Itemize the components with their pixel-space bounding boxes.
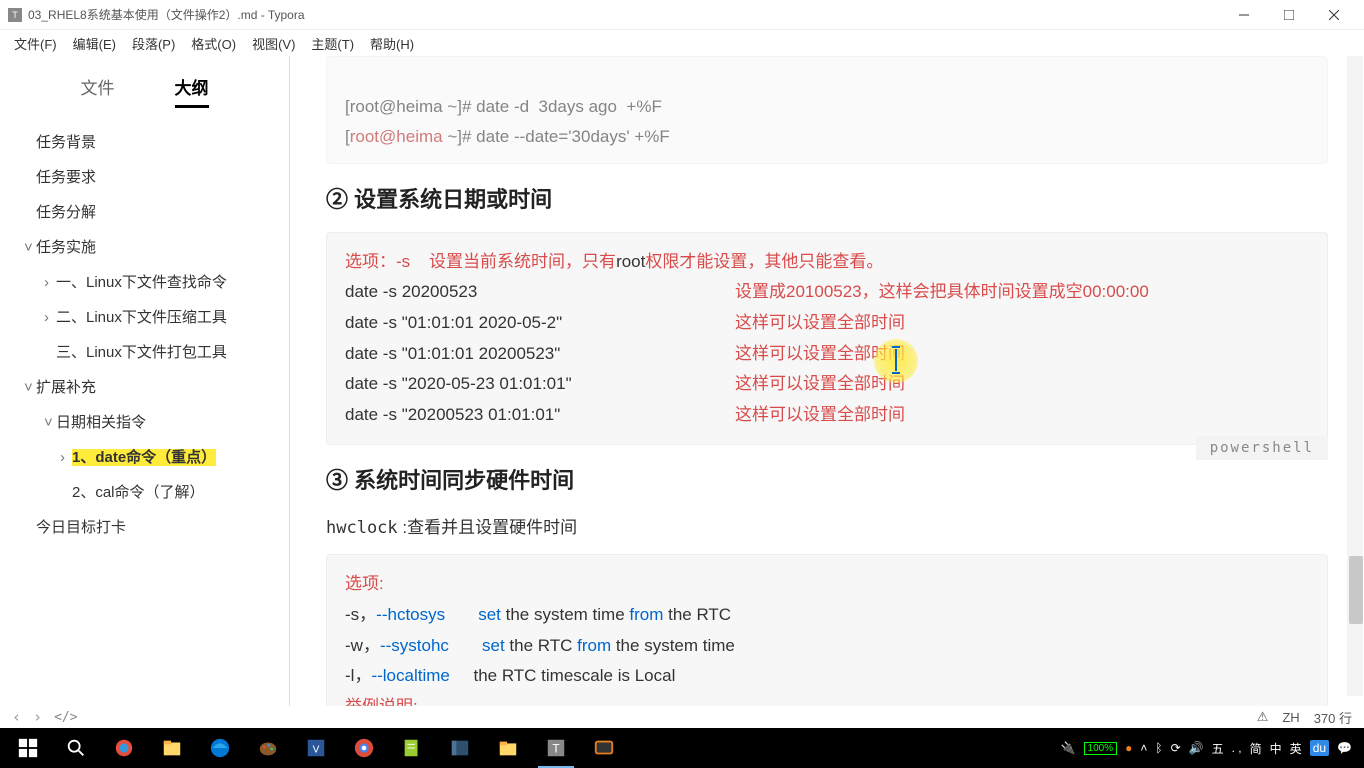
minimize-button[interactable] bbox=[1221, 0, 1266, 30]
ime-indicator[interactable]: 简 bbox=[1250, 740, 1262, 757]
taskbar-app-explorer[interactable] bbox=[148, 728, 196, 768]
taskbar-app-snip[interactable] bbox=[100, 728, 148, 768]
paragraph: hwclock :查看并且设置硬件时间 bbox=[326, 513, 1328, 538]
windows-taskbar: V T 🔌 100% ● ˄ ᛒ ⟳ 🔊 五 . , 简 中 英 du 💬 bbox=[0, 728, 1364, 768]
outline-item[interactable]: ›一、Linux下文件查找命令 bbox=[0, 264, 289, 299]
sidebar: 文件 大纲 任务背景 任务要求 任务分解 ˅任务实施 ›一、Linux下文件查找… bbox=[0, 56, 290, 706]
window-title: 03_RHEL8系统基本使用（文件操作2）.md - Typora bbox=[28, 6, 1221, 23]
nav-back-button[interactable]: ‹ bbox=[12, 708, 21, 726]
search-icon[interactable] bbox=[52, 728, 100, 768]
code-line: [root@heima ~]# date -d 3days ago +%F bbox=[345, 97, 662, 116]
line-count: 370 行 bbox=[1314, 708, 1352, 727]
menu-edit[interactable]: 编辑(E) bbox=[65, 32, 124, 55]
svg-text:T: T bbox=[552, 742, 559, 756]
sidebar-tabs: 文件 大纲 bbox=[0, 56, 289, 118]
outline-item[interactable]: 今日目标打卡 bbox=[0, 509, 289, 544]
spellcheck-lang[interactable]: ZH bbox=[1282, 710, 1299, 725]
outline-item[interactable]: ˅扩展补充 bbox=[0, 369, 289, 404]
code-lang-tag[interactable]: powershell bbox=[1196, 436, 1328, 460]
code-block[interactable]: 选项: -s，--hctosys set the system time fro… bbox=[326, 554, 1328, 706]
maximize-button[interactable] bbox=[1266, 0, 1311, 30]
source-mode-toggle[interactable]: </> bbox=[54, 710, 77, 725]
volume-icon[interactable]: 🔊 bbox=[1189, 741, 1204, 755]
ime-indicator[interactable]: 英 bbox=[1290, 740, 1302, 757]
ime-indicator[interactable]: 五 bbox=[1212, 740, 1224, 757]
editor-content[interactable]: [root@heima ~]# date -d 3days ago +%F [r… bbox=[290, 56, 1364, 706]
battery-plug-icon[interactable]: 🔌 bbox=[1061, 741, 1076, 755]
outline-item[interactable]: ˅任务实施 bbox=[0, 229, 289, 264]
sync-icon[interactable]: ⟳ bbox=[1171, 741, 1181, 755]
svg-text:V: V bbox=[313, 745, 320, 756]
outline-item-active[interactable]: ›1、date命令（重点） bbox=[0, 439, 289, 474]
heading-sync-time: ③ 系统时间同步硬件时间 bbox=[326, 463, 1328, 495]
nav-forward-button[interactable]: › bbox=[33, 708, 42, 726]
taskbar-app-notepad[interactable] bbox=[388, 728, 436, 768]
taskbar-app-vm[interactable] bbox=[580, 728, 628, 768]
close-button[interactable] bbox=[1311, 0, 1356, 30]
start-button[interactable] bbox=[4, 728, 52, 768]
main-area: 文件 大纲 任务背景 任务要求 任务分解 ˅任务实施 ›一、Linux下文件查找… bbox=[0, 56, 1364, 706]
menu-help[interactable]: 帮助(H) bbox=[362, 32, 422, 55]
taskbar-app-chrome[interactable] bbox=[340, 728, 388, 768]
warning-icon[interactable]: ⚠ bbox=[1257, 709, 1269, 725]
outline-item[interactable]: 任务要求 bbox=[0, 159, 289, 194]
taskbar-app-vscode[interactable] bbox=[436, 728, 484, 768]
bluetooth-icon[interactable]: ᛒ bbox=[1155, 741, 1162, 755]
menu-format[interactable]: 格式(O) bbox=[183, 32, 244, 55]
taskbar-app-edge[interactable] bbox=[196, 728, 244, 768]
statusbar: ‹ › </> ⚠ ZH 370 行 bbox=[0, 706, 1364, 728]
outline-item[interactable]: 三、Linux下文件打包工具 bbox=[0, 334, 289, 369]
heading-set-date: ② 设置系统日期或时间 bbox=[326, 182, 1328, 214]
battery-indicator[interactable]: 100% bbox=[1084, 742, 1118, 755]
tray-chevron-icon[interactable]: ˄ bbox=[1140, 741, 1147, 755]
menubar: 文件(F) 编辑(E) 段落(P) 格式(O) 视图(V) 主题(T) 帮助(H… bbox=[0, 30, 1364, 56]
taskbar-app-typora[interactable]: T bbox=[532, 728, 580, 768]
menu-file[interactable]: 文件(F) bbox=[6, 32, 65, 55]
outline-item[interactable]: 2、cal命令（了解） bbox=[0, 474, 289, 509]
outline-tree: 任务背景 任务要求 任务分解 ˅任务实施 ›一、Linux下文件查找命令 ›二、… bbox=[0, 118, 289, 550]
tray-icon[interactable]: ● bbox=[1125, 741, 1132, 755]
outline-item[interactable]: 任务分解 bbox=[0, 194, 289, 229]
titlebar: T 03_RHEL8系统基本使用（文件操作2）.md - Typora bbox=[0, 0, 1364, 30]
code-block[interactable]: [root@heima ~]# date -d 3days ago +%F [r… bbox=[326, 56, 1328, 164]
notification-icon[interactable]: 💬 bbox=[1337, 741, 1352, 755]
ime-indicator[interactable]: 中 bbox=[1270, 740, 1282, 757]
menu-paragraph[interactable]: 段落(P) bbox=[124, 32, 183, 55]
baidu-ime-icon[interactable]: du bbox=[1310, 740, 1329, 756]
outline-item[interactable]: ›二、Linux下文件压缩工具 bbox=[0, 299, 289, 334]
text-cursor-icon bbox=[892, 349, 900, 371]
taskbar-app-paint[interactable] bbox=[244, 728, 292, 768]
window-controls bbox=[1221, 0, 1356, 30]
tab-file[interactable]: 文件 bbox=[81, 74, 115, 108]
menu-view[interactable]: 视图(V) bbox=[244, 32, 303, 55]
menu-theme[interactable]: 主题(T) bbox=[303, 32, 362, 55]
taskbar-app-visio[interactable]: V bbox=[292, 728, 340, 768]
code-block[interactable]: 选项：-s 设置当前系统时间，只有root权限才能设置，其他只能查看。 date… bbox=[326, 232, 1328, 446]
vertical-scrollbar-thumb[interactable] bbox=[1349, 556, 1363, 624]
ime-indicator[interactable]: . , bbox=[1232, 741, 1242, 755]
taskbar-app-folder[interactable] bbox=[484, 728, 532, 768]
outline-item[interactable]: ˅日期相关指令 bbox=[0, 404, 289, 439]
outline-item[interactable]: 任务背景 bbox=[0, 124, 289, 159]
tab-outline[interactable]: 大纲 bbox=[175, 74, 209, 108]
system-tray: 🔌 100% ● ˄ ᛒ ⟳ 🔊 五 . , 简 中 英 du 💬 bbox=[1061, 740, 1360, 757]
app-icon: T bbox=[8, 8, 22, 22]
